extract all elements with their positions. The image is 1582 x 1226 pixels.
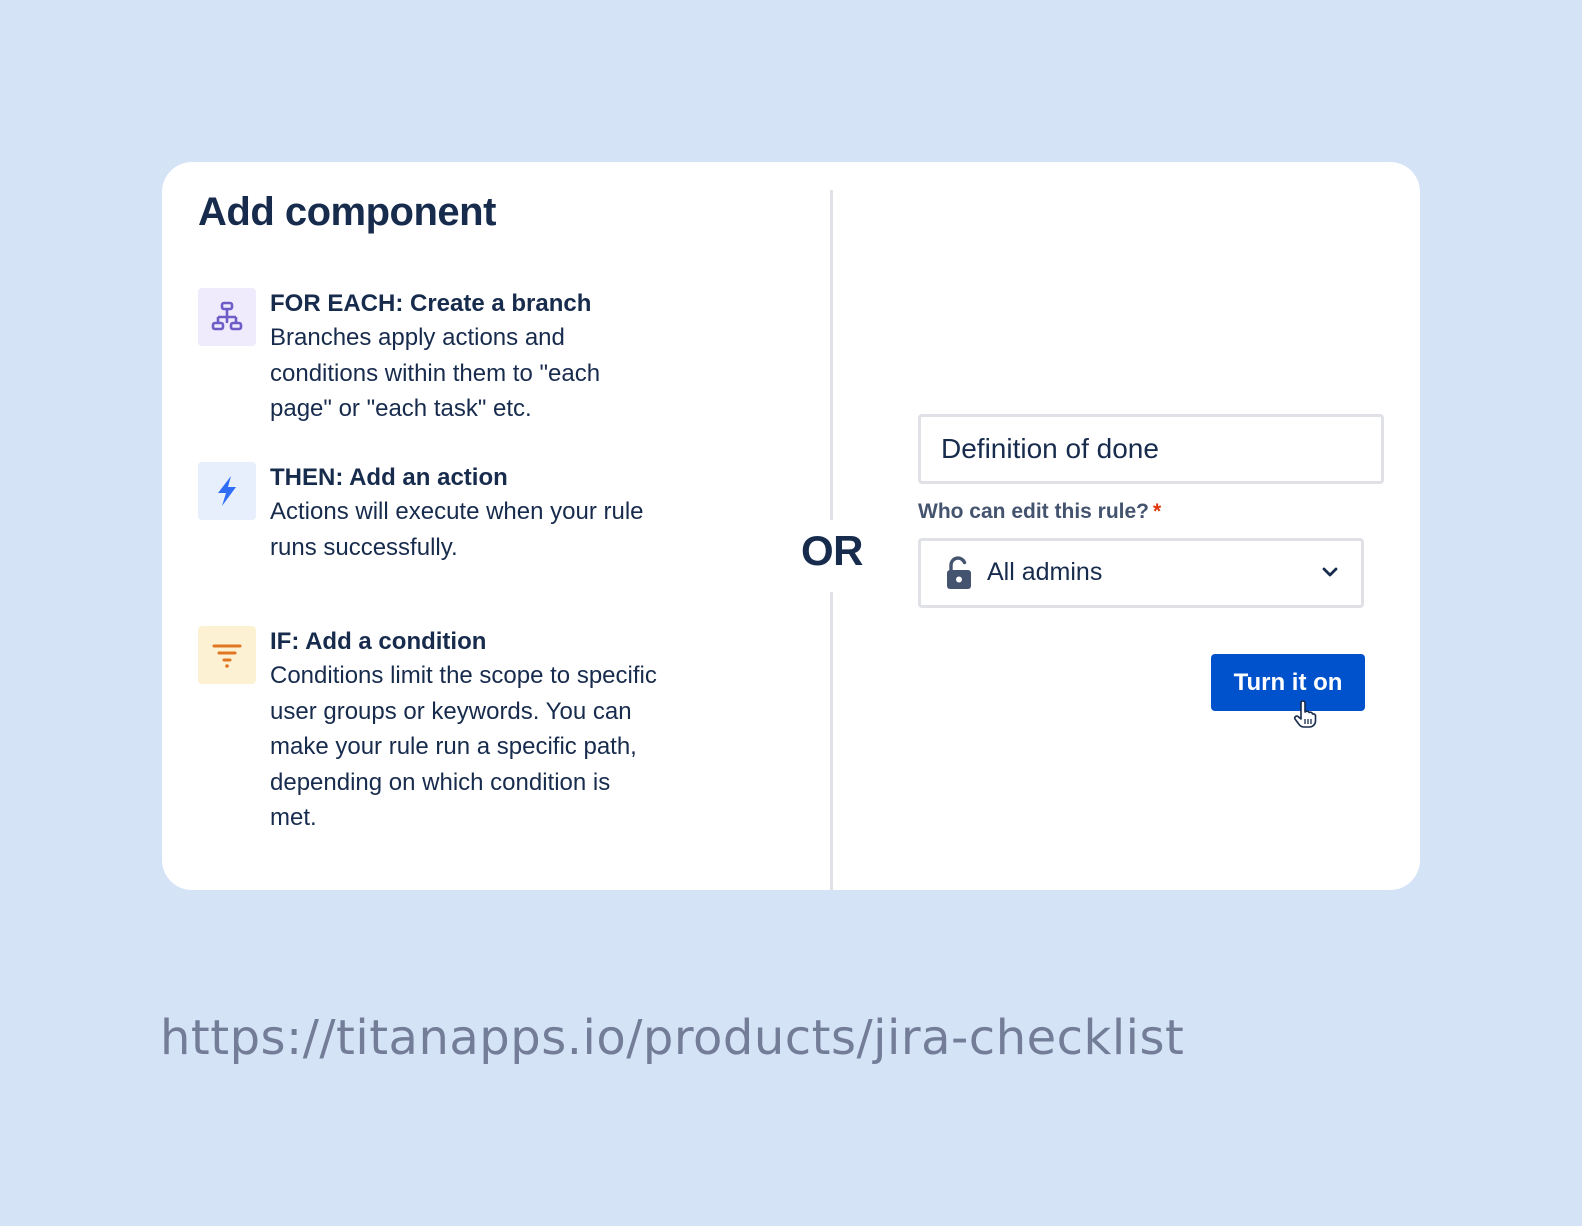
- component-heading: IF: Add a condition: [270, 628, 487, 655]
- lightning-icon: [198, 462, 256, 520]
- component-option-branch[interactable]: FOR EACH: Create a branch Branches apply…: [198, 288, 658, 428]
- editor-label-text: Who can edit this rule?: [918, 500, 1150, 523]
- component-description: Actions will execute when your rule runs…: [270, 498, 644, 561]
- unlock-icon: [943, 555, 975, 591]
- component-heading: THEN: Add an action: [270, 464, 508, 491]
- dialog-title: Add component: [198, 190, 496, 234]
- footer-url: https://titanapps.io/products/jira-check…: [160, 1010, 1185, 1066]
- vertical-divider: [830, 592, 833, 890]
- add-component-dialog: Add component FOR EACH: Create a branch …: [162, 162, 1420, 890]
- component-option-condition[interactable]: IF: Add a condition Conditions limit the…: [198, 626, 658, 876]
- vertical-divider: [830, 190, 833, 520]
- component-option-action[interactable]: THEN: Add an action Actions will execute…: [198, 462, 658, 562]
- required-marker: *: [1153, 500, 1162, 523]
- branch-icon: [198, 288, 256, 346]
- rule-name-input[interactable]: [918, 414, 1384, 484]
- component-heading: FOR EACH: Create a branch: [270, 290, 592, 317]
- turn-it-on-button[interactable]: Turn it on: [1211, 654, 1365, 711]
- editor-select-value: All admins: [987, 558, 1103, 586]
- editor-field-label: Who can edit this rule? *: [918, 500, 1161, 524]
- hand-cursor-icon: [1293, 700, 1317, 728]
- component-description: Conditions limit the scope to specific u…: [270, 662, 657, 831]
- chevron-down-icon: [1321, 565, 1339, 579]
- or-separator: OR: [801, 527, 864, 574]
- editor-select[interactable]: All admins: [918, 538, 1364, 608]
- filter-icon: [198, 626, 256, 684]
- component-description: Branches apply actions and conditions wi…: [270, 324, 601, 422]
